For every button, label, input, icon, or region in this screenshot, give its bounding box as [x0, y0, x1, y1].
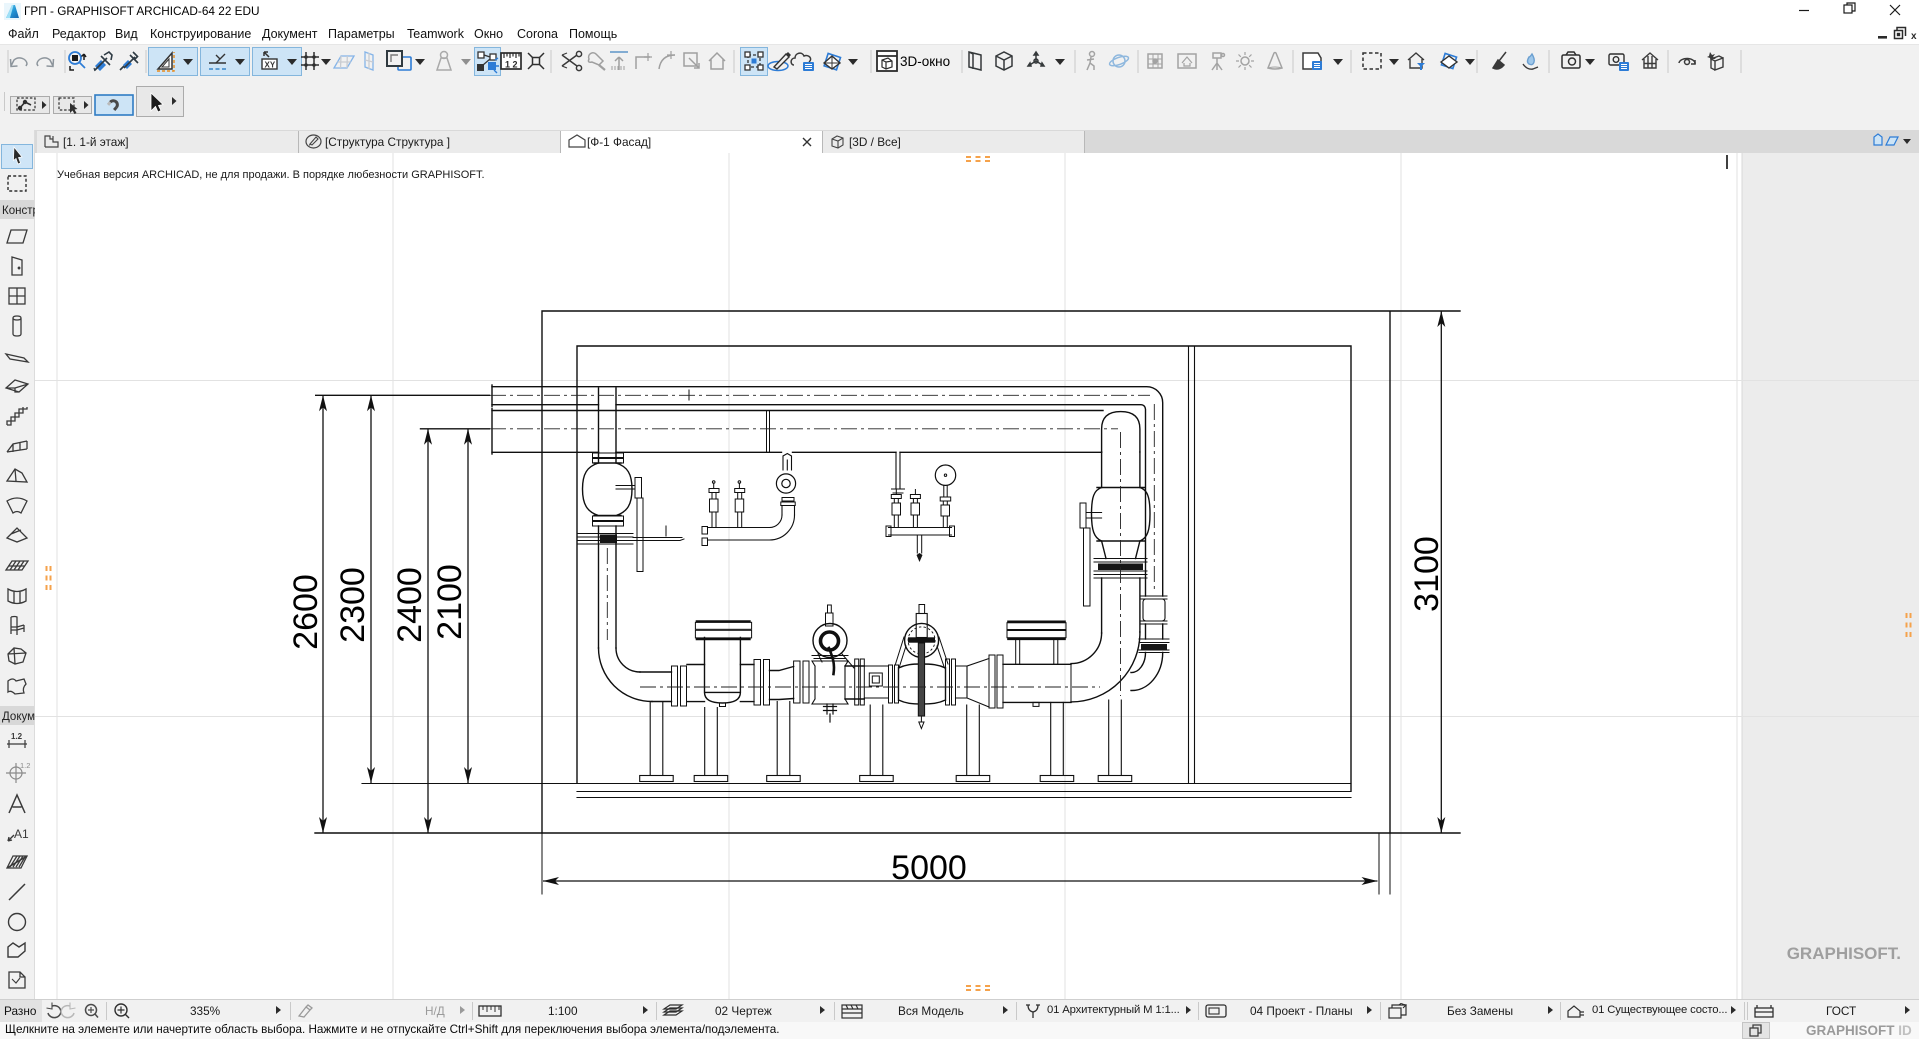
- svg-text:3100: 3100: [1408, 536, 1446, 612]
- svg-text:x: x: [1911, 31, 1917, 42]
- svg-text:1.2: 1.2: [20, 761, 30, 770]
- svg-text:Учебная версия ARCHICAD, не дл: Учебная версия ARCHICAD, не для продажи.…: [57, 169, 485, 181]
- svg-text:2400: 2400: [391, 567, 429, 643]
- svg-text:2300: 2300: [334, 567, 372, 643]
- svg-text:1 2: 1 2: [505, 60, 518, 70]
- svg-text:2100: 2100: [431, 564, 469, 640]
- svg-text:Докум: Докум: [2, 711, 35, 723]
- svg-text:Констр: Констр: [2, 205, 35, 217]
- svg-text:XY: XY: [265, 61, 276, 70]
- svg-text:3D-окно: 3D-окно: [900, 54, 950, 69]
- svg-text:5000: 5000: [891, 849, 967, 887]
- svg-text:GRAPHISOFT.: GRAPHISOFT.: [1787, 944, 1901, 963]
- svg-text:2600: 2600: [287, 574, 325, 650]
- svg-text:1.2: 1.2: [11, 732, 23, 741]
- svg-text:A1: A1: [14, 827, 29, 841]
